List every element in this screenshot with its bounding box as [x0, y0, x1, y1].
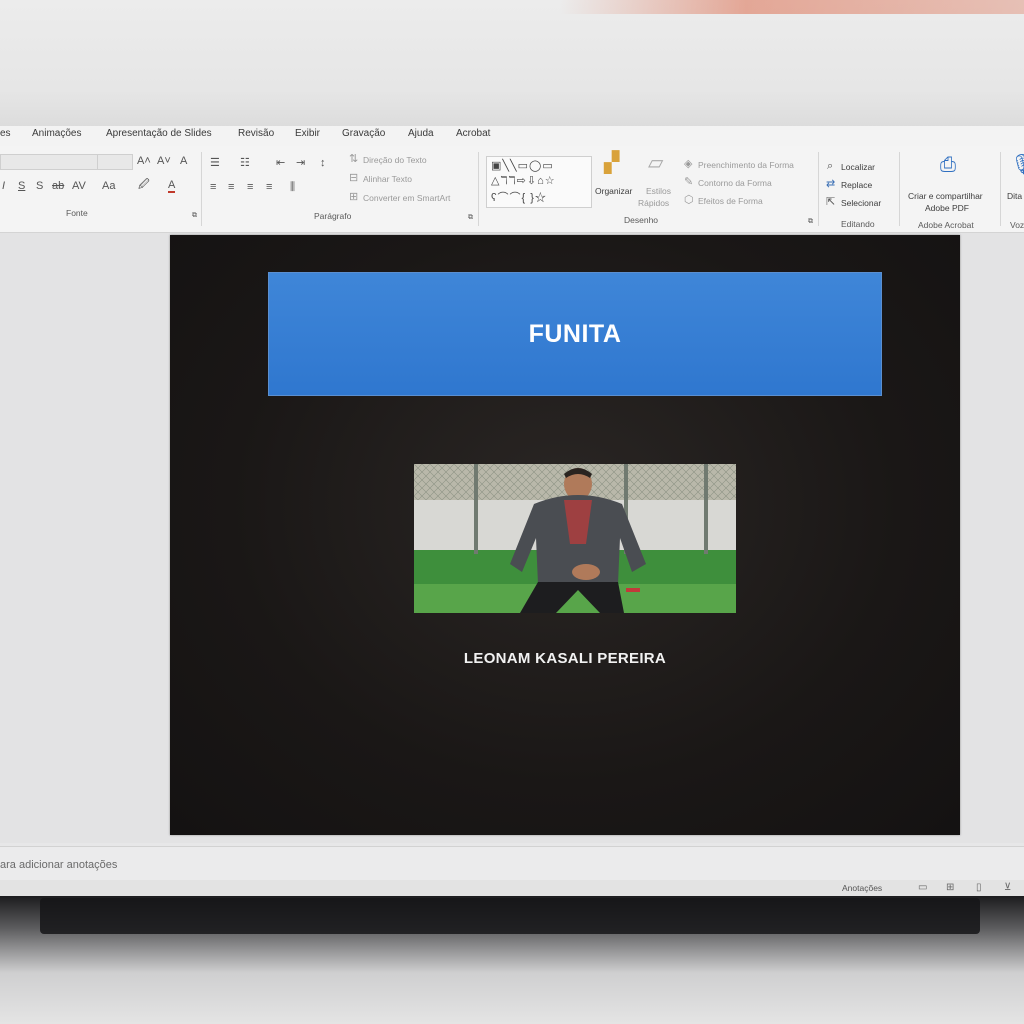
group-divider [478, 152, 479, 226]
tab-acrobat[interactable]: Acrobat [456, 128, 490, 139]
align-right-icon[interactable]: ≡ [247, 182, 253, 193]
ribbon: A˄ A˅ A I S S ab AV Aa 🖉 A Fonte ⧉ ☰ ☷ ⇤… [0, 146, 1024, 233]
align-text-button[interactable]: Alinhar Texto [363, 174, 412, 184]
dictate-button[interactable]: Dita [1007, 191, 1022, 201]
create-pdf-line1[interactable]: Criar e compartilhar [908, 191, 983, 201]
reading-view-icon[interactable]: ▯ [976, 882, 982, 893]
quick-styles-icon[interactable]: ▱ [648, 153, 663, 173]
shadow-button[interactable]: S [36, 181, 43, 192]
align-center-icon[interactable]: ≡ [228, 182, 234, 193]
shapes-row-3: ʕ⌒⌒{ }☆ [491, 192, 547, 204]
select-button[interactable]: Selecionar [841, 198, 881, 208]
search-icon[interactable]: ⌕ [827, 161, 833, 172]
create-pdf-line2[interactable]: Adobe PDF [925, 203, 969, 213]
slide-caption[interactable]: LEONAM KASALI PEREIRA [170, 650, 960, 667]
shapes-gallery[interactable]: ▣╲╲▭◯▭ △ℸℸ⇨⇩⌂☆ ʕ⌒⌒{ }☆ [486, 156, 592, 208]
fill-bucket-icon[interactable]: ◈ [684, 159, 692, 170]
smartart-icon[interactable]: ⊞ [349, 192, 358, 203]
tab-transicoes[interactable]: es [0, 128, 11, 139]
shape-fill-button[interactable]: Preenchimento da Forma [698, 160, 794, 170]
bullets-icon[interactable]: ☰ [210, 158, 220, 169]
select-cursor-icon[interactable]: ⇱ [826, 197, 835, 208]
player-photo[interactable] [414, 464, 736, 613]
tab-ajuda[interactable]: Ajuda [408, 128, 434, 139]
columns-icon[interactable]: ⫼ [290, 182, 295, 193]
fonte-launcher-icon[interactable]: ⧉ [192, 210, 197, 221]
notes-pane[interactable]: ara adicionar anotações [0, 846, 1024, 881]
group-divider [818, 152, 819, 226]
underline-button[interactable]: S [18, 181, 25, 192]
font-family-select[interactable] [0, 154, 98, 170]
replace-icon[interactable]: ⇄ [826, 179, 835, 190]
microphone-icon[interactable]: 🎙 [1010, 155, 1024, 175]
shrink-font-icon[interactable]: A˅ [157, 156, 171, 167]
arrange-icon[interactable]: ▞ [604, 153, 619, 173]
quick-styles-label-1[interactable]: Estilos [646, 186, 671, 196]
grow-font-icon[interactable]: A˄ [137, 156, 151, 167]
powerpoint-window: es Animações Apresentação de Slides Revi… [0, 126, 1024, 896]
shape-outline-button[interactable]: Contorno da Forma [698, 178, 772, 188]
slide-sorter-icon[interactable]: ⊞ [946, 882, 954, 893]
tab-apresentacao[interactable]: Apresentação de Slides [106, 128, 212, 139]
group-label-fonte: Fonte [66, 208, 88, 218]
increase-indent-icon[interactable]: ⇥ [296, 158, 305, 169]
tab-animacoes[interactable]: Animações [32, 128, 81, 139]
slide-canvas[interactable]: FUNITA LEONAM KASALI PEREIRA [170, 235, 960, 835]
strikethrough-button[interactable]: ab [52, 181, 64, 192]
text-direction-icon[interactable]: ⇅ [349, 154, 358, 165]
highlight-icon[interactable]: 🖉 [138, 180, 150, 191]
tab-exibir[interactable]: Exibir [295, 128, 320, 139]
notes-toggle-button[interactable]: Anotações [842, 883, 882, 893]
player-photo-image [414, 464, 736, 613]
convert-smartart-button[interactable]: Converter em SmartArt [363, 193, 450, 203]
char-spacing-button[interactable]: AV [72, 181, 86, 192]
group-label-paragrafo: Parágrafo [314, 211, 352, 221]
text-direction-button[interactable]: Direção do Texto [363, 155, 427, 165]
decrease-indent-icon[interactable]: ⇤ [276, 158, 285, 169]
tab-gravacao[interactable]: Gravação [342, 128, 385, 139]
italic-button[interactable]: I [2, 181, 5, 192]
ribbon-tab-bar: es Animações Apresentação de Slides Revi… [0, 126, 1024, 146]
effects-icon[interactable]: ⬡ [684, 195, 694, 206]
shape-effects-button[interactable]: Efeitos de Forma [698, 196, 763, 206]
notes-placeholder: ara adicionar anotações [0, 859, 118, 871]
adobe-pdf-icon[interactable]: ⎙ [940, 155, 956, 175]
group-label-acrobat: Adobe Acrobat [918, 220, 974, 230]
group-label-voz: Voz [1010, 220, 1024, 230]
change-case-button[interactable]: Aa [102, 181, 115, 192]
quick-styles-label-2[interactable]: Rápidos [638, 198, 669, 208]
group-divider [899, 152, 900, 226]
shapes-row-2: △ℸℸ⇨⇩⌂☆ [491, 175, 556, 187]
group-divider [201, 152, 202, 226]
photo-background-top [0, 0, 1024, 128]
outline-pen-icon[interactable]: ✎ [684, 177, 693, 188]
align-left-icon[interactable]: ≡ [210, 182, 216, 193]
photo-glare [560, 0, 1024, 14]
slide-workspace: FUNITA LEONAM KASALI PEREIRA [0, 233, 1024, 843]
shapes-row-1: ▣╲╲▭◯▭ [491, 160, 554, 172]
justify-icon[interactable]: ≡ [266, 182, 272, 193]
line-spacing-icon[interactable]: ↕ [320, 158, 326, 169]
slide-title: FUNITA [528, 319, 622, 348]
title-placeholder[interactable]: FUNITA [268, 272, 882, 396]
replace-button[interactable]: Replace [841, 180, 872, 190]
clear-format-icon[interactable]: A [180, 156, 187, 167]
paragrafo-launcher-icon[interactable]: ⧉ [468, 212, 473, 223]
desenho-launcher-icon[interactable]: ⧉ [808, 216, 813, 227]
align-text-icon[interactable]: ⊟ [349, 173, 358, 184]
group-label-desenho: Desenho [624, 215, 659, 225]
monitor-bezel [40, 898, 980, 934]
normal-view-icon[interactable]: ▭ [918, 882, 927, 893]
tab-revisao[interactable]: Revisão [238, 128, 274, 139]
find-button[interactable]: Localizar [841, 162, 875, 172]
font-size-select[interactable] [97, 154, 133, 170]
arrange-button[interactable]: Organizar [595, 186, 632, 196]
group-label-editando: Editando [841, 219, 875, 229]
font-color-icon[interactable]: A [168, 180, 176, 193]
numbering-icon[interactable]: ☷ [240, 158, 250, 169]
slideshow-icon[interactable]: ⊻ [1004, 882, 1011, 893]
status-bar: Anotações ▭ ⊞ ▯ ⊻ [0, 880, 1024, 896]
group-divider [1000, 152, 1001, 226]
